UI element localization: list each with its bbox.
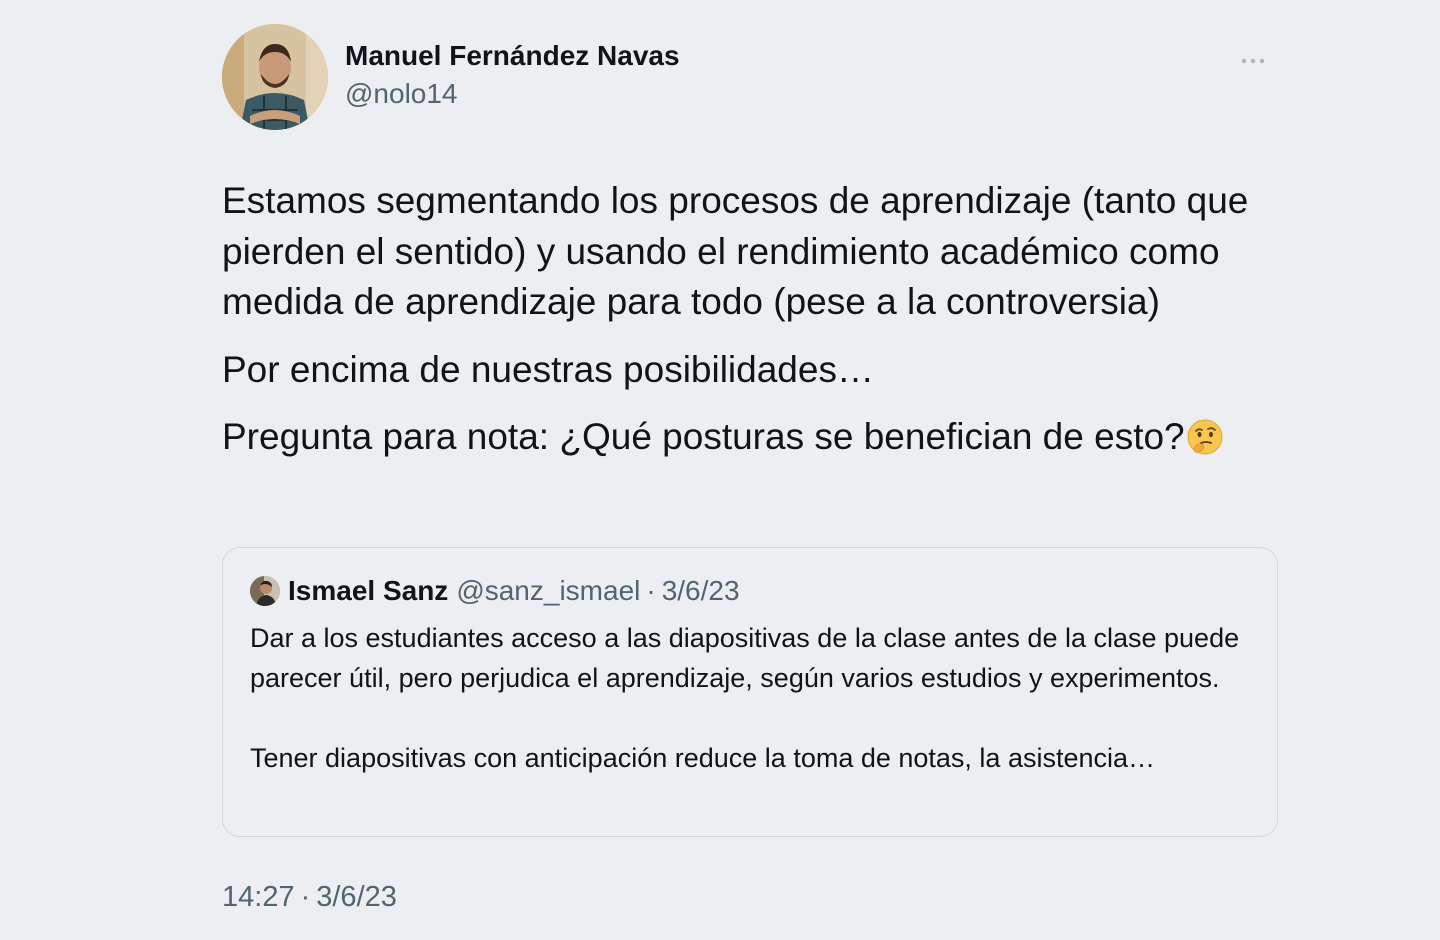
quoted-tweet-card[interactable]: Ismael Sanz @sanz_ismael · 3/6/23 Dar a … [222, 547, 1278, 837]
quoted-tweet-header: Ismael Sanz @sanz_ismael · 3/6/23 [250, 574, 740, 608]
timestamp-separator: · [300, 881, 311, 913]
quoted-avatar-photo [250, 576, 280, 606]
quoted-date[interactable]: 3/6/23 [662, 575, 740, 607]
quoted-author-avatar[interactable] [250, 576, 280, 606]
quoted-paragraph: Tener diapositivas con anticipación redu… [250, 743, 1156, 773]
tweet-date: 3/6/23 [316, 881, 397, 913]
quoted-separator: · [646, 575, 656, 606]
author-avatar[interactable] [222, 24, 328, 130]
tweet-paragraph: Estamos segmentando los procesos de apre… [222, 180, 1249, 322]
tweet-paragraph-text: Pregunta para nota: ¿Qué posturas se ben… [222, 416, 1185, 457]
tweet-paragraph-question: Pregunta para nota: ¿Qué posturas se ben… [222, 412, 1282, 463]
quoted-author-handle[interactable]: @sanz_ismael [456, 575, 640, 607]
quoted-author-name[interactable]: Ismael Sanz [288, 575, 448, 607]
avatar-photo [222, 24, 328, 130]
thinking-face-emoji-icon [1187, 419, 1223, 455]
tweet: Manuel Fernández Navas @nolo14 Estamos s… [222, 0, 1282, 940]
more-options-button[interactable] [1238, 46, 1268, 76]
tweet-text: Estamos segmentando los procesos de apre… [222, 176, 1282, 463]
author-handle[interactable]: @nolo14 [345, 78, 458, 110]
author-name[interactable]: Manuel Fernández Navas [345, 40, 680, 72]
quoted-tweet-text: Dar a los estudiantes acceso a las diapo… [250, 618, 1250, 778]
tweet-timestamp[interactable]: 14:27 · 3/6/23 [222, 881, 397, 914]
more-dots-icon [1241, 58, 1265, 64]
quoted-paragraph: Dar a los estudiantes acceso a las diapo… [250, 623, 1240, 693]
tweet-time: 14:27 [222, 881, 295, 913]
tweet-paragraph: Por encima de nuestras posibilidades… [222, 348, 874, 390]
